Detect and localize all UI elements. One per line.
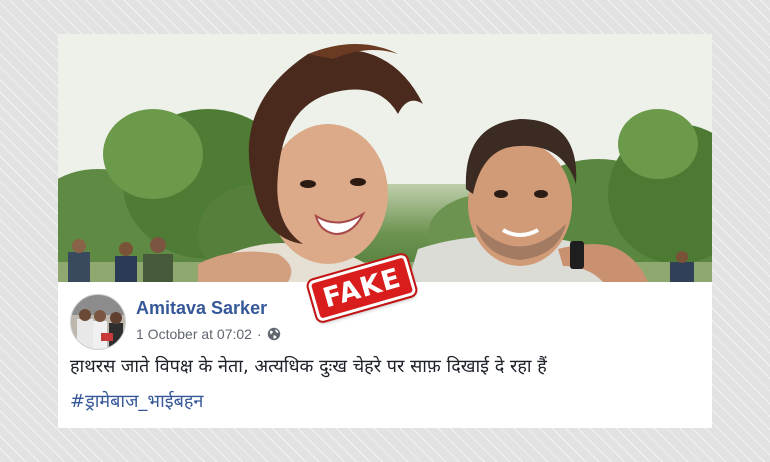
- post-photo[interactable]: [58, 34, 712, 282]
- hashtag-link[interactable]: #ड्रामेबाज_भाईबहन: [70, 389, 203, 413]
- globe-icon[interactable]: [267, 327, 281, 341]
- post-photo-image: [58, 34, 712, 282]
- post-timestamp-link[interactable]: 1 October at 07:02: [136, 326, 252, 342]
- author-avatar[interactable]: [70, 294, 126, 350]
- meta-separator: ·: [256, 326, 262, 342]
- avatar-image: [71, 295, 125, 349]
- facebook-post-card: Amitava Sarker 1 October at 07:02 · हाथर…: [58, 34, 712, 428]
- post-text: हाथरस जाते विपक्ष के नेता, अत्यधिक दुःख …: [70, 356, 547, 377]
- post-meta: 1 October at 07:02 ·: [136, 326, 281, 342]
- author-name-link[interactable]: Amitava Sarker: [136, 298, 267, 319]
- post-header: Amitava Sarker 1 October at 07:02 · हाथर…: [58, 282, 712, 428]
